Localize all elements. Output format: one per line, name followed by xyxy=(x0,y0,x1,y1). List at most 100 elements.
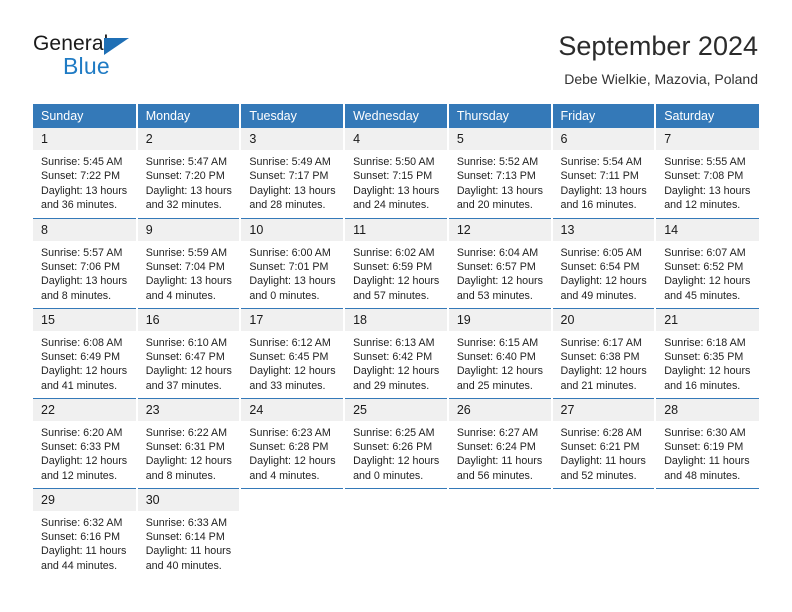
day-number: 5 xyxy=(448,128,551,150)
sunrise-text: Sunrise: 6:22 AM xyxy=(145,426,228,439)
day-number xyxy=(656,488,759,511)
day-number: 11 xyxy=(345,218,447,241)
calendar-day-cell[interactable]: 26 Sunrise: 6:27 AM Sunset: 6:24 PM Dayligh… xyxy=(447,397,553,488)
day-number: 3 xyxy=(241,128,344,150)
daylight-text-line1: Daylight: 13 hours xyxy=(41,184,128,197)
day-number: 1 xyxy=(33,128,136,150)
daylight-text-line1: Daylight: 11 hours xyxy=(560,455,646,468)
daylight-text-line2: and 21 minutes. xyxy=(560,379,637,392)
sunrise-text: Sunrise: 5:45 AM xyxy=(41,156,123,168)
sunrise-text: Sunrise: 6:10 AM xyxy=(145,336,228,349)
calendar-day-cell[interactable]: 15 Sunrise: 6:08 AM Sunset: 6:49 PM Dayligh… xyxy=(33,307,138,398)
calendar-day-cell[interactable]: 22 Sunrise: 6:20 AM Sunset: 6:33 PM Dayligh… xyxy=(33,397,138,488)
calendar-cell-empty xyxy=(240,487,346,578)
daylight-text-line1: Daylight: 13 hours xyxy=(353,184,440,197)
sunset-text: Sunset: 6:57 PM xyxy=(456,260,536,273)
calendar-day-cell[interactable]: 19 Sunrise: 6:15 AM Sunset: 6:40 PM Dayligh… xyxy=(447,307,553,398)
day-details: Sunrise: 6:05 AM Sunset: 6:54 PM Daylight:… xyxy=(553,241,655,304)
sunset-text: Sunset: 6:59 PM xyxy=(353,260,433,273)
logo-text-general: General xyxy=(33,32,109,55)
daylight-text-line1: Daylight: 13 hours xyxy=(41,275,128,288)
calendar-day-cell[interactable]: 2 Sunrise: 5:47 AM Sunset: 7:20 PM Daylight… xyxy=(136,128,242,218)
daylight-text-line2: and 4 minutes. xyxy=(249,469,320,482)
calendar-day-cell[interactable]: 7 Sunrise: 5:55 AM Sunset: 7:08 PM Daylight… xyxy=(655,128,759,218)
daylight-text-line1: Daylight: 12 hours xyxy=(664,365,751,378)
calendar-day-cell[interactable]: 1 Sunrise: 5:45 AM Sunset: 7:22 PM Daylight… xyxy=(33,128,138,218)
sunrise-text: Sunrise: 5:57 AM xyxy=(41,246,123,259)
calendar-day-cell[interactable]: 9 Sunrise: 5:59 AM Sunset: 7:04 PM Daylight… xyxy=(136,217,242,308)
calendar-day-cell[interactable]: 8 Sunrise: 5:57 AM Sunset: 7:06 PM Daylight… xyxy=(33,217,138,308)
daylight-text-line2: and 8 minutes. xyxy=(41,289,112,302)
calendar-day-cell[interactable]: 27 Sunrise: 6:28 AM Sunset: 6:21 PM Dayligh… xyxy=(551,397,657,488)
day-number: 26 xyxy=(448,398,551,421)
daylight-text-line1: Daylight: 12 hours xyxy=(664,275,751,288)
calendar-day-cell[interactable]: 5 Sunrise: 5:52 AM Sunset: 7:13 PM Daylight… xyxy=(447,128,553,218)
calendar-day-cell[interactable]: 24 Sunrise: 6:23 AM Sunset: 6:28 PM Dayligh… xyxy=(240,397,346,488)
calendar-body: 1 Sunrise: 5:45 AM Sunset: 7:22 PM Daylight… xyxy=(33,128,759,578)
calendar-day-cell[interactable]: 21 Sunrise: 6:18 AM Sunset: 6:35 PM Dayligh… xyxy=(655,307,759,398)
daylight-text-line2: and 33 minutes. xyxy=(249,379,326,392)
daylight-text-line2: and 49 minutes. xyxy=(560,289,637,302)
sunrise-text: Sunrise: 6:27 AM xyxy=(456,426,539,439)
sunset-text: Sunset: 7:04 PM xyxy=(145,260,225,273)
daylight-text-line2: and 8 minutes. xyxy=(145,469,216,482)
day-details: Sunrise: 6:13 AM Sunset: 6:42 PM Daylight:… xyxy=(345,331,447,394)
calendar-day-cell[interactable]: 6 Sunrise: 5:54 AM Sunset: 7:11 PM Daylight… xyxy=(551,128,657,218)
sunrise-text: Sunrise: 6:20 AM xyxy=(41,426,123,439)
day-details: Sunrise: 6:18 AM Sunset: 6:35 PM Daylight:… xyxy=(656,331,759,394)
daylight-text-line2: and 0 minutes. xyxy=(353,469,424,482)
page-header: General Blue September 2024 Debe Wielkie… xyxy=(0,0,792,87)
calendar-day-cell[interactable]: 10 Sunrise: 6:00 AM Sunset: 7:01 PM Dayligh… xyxy=(240,217,346,308)
calendar-day-cell[interactable]: 16 Sunrise: 6:10 AM Sunset: 6:47 PM Dayligh… xyxy=(136,307,242,398)
calendar-day-cell[interactable]: 18 Sunrise: 6:13 AM Sunset: 6:42 PM Dayligh… xyxy=(344,307,449,398)
calendar-day-cell[interactable]: 3 Sunrise: 5:49 AM Sunset: 7:17 PM Daylight… xyxy=(240,128,346,218)
general-blue-logo[interactable]: General Blue xyxy=(33,33,173,79)
calendar-day-cell[interactable]: 13 Sunrise: 6:05 AM Sunset: 6:54 PM Dayligh… xyxy=(551,217,657,308)
sunrise-text: Sunrise: 6:17 AM xyxy=(560,336,642,349)
day-number: 23 xyxy=(137,398,240,421)
calendar-day-cell[interactable]: 17 Sunrise: 6:12 AM Sunset: 6:45 PM Dayligh… xyxy=(240,307,346,398)
day-number: 4 xyxy=(345,128,447,150)
sunset-text: Sunset: 6:35 PM xyxy=(664,350,744,363)
day-number: 7 xyxy=(656,128,759,150)
day-details: Sunrise: 5:49 AM Sunset: 7:17 PM Daylight:… xyxy=(241,150,343,213)
sunrise-text: Sunrise: 6:18 AM xyxy=(664,336,746,349)
day-details: Sunrise: 5:59 AM Sunset: 7:04 PM Daylight:… xyxy=(138,241,240,304)
sunrise-sunset-calendar: Sunday Monday Tuesday Wednesday Thursday… xyxy=(33,104,759,578)
daylight-text-line1: Daylight: 12 hours xyxy=(353,455,440,468)
daylight-text-line1: Daylight: 12 hours xyxy=(41,365,128,378)
day-number: 20 xyxy=(552,308,655,331)
daylight-text-line1: Daylight: 12 hours xyxy=(145,365,232,378)
calendar-day-cell[interactable]: 28 Sunrise: 6:30 AM Sunset: 6:19 PM Dayligh… xyxy=(655,397,759,488)
day-number: 6 xyxy=(552,128,655,150)
calendar-day-cell[interactable]: 29 Sunrise: 6:32 AM Sunset: 6:16 PM Dayligh… xyxy=(33,487,138,578)
sunset-text: Sunset: 7:13 PM xyxy=(456,170,536,183)
calendar-week-row: 15 Sunrise: 6:08 AM Sunset: 6:49 PM Dayligh… xyxy=(33,307,759,398)
sunrise-text: Sunrise: 5:55 AM xyxy=(664,156,746,168)
day-details: Sunrise: 6:20 AM Sunset: 6:33 PM Daylight:… xyxy=(33,421,136,484)
calendar-day-cell[interactable]: 14 Sunrise: 6:07 AM Sunset: 6:52 PM Dayligh… xyxy=(655,217,759,308)
day-details: Sunrise: 6:30 AM Sunset: 6:19 PM Daylight:… xyxy=(656,421,759,484)
calendar-day-cell[interactable]: 12 Sunrise: 6:04 AM Sunset: 6:57 PM Dayligh… xyxy=(447,217,553,308)
calendar-day-cell[interactable]: 25 Sunrise: 6:25 AM Sunset: 6:26 PM Dayligh… xyxy=(344,397,449,488)
daylight-text-line2: and 44 minutes. xyxy=(41,559,118,572)
day-number: 16 xyxy=(137,308,240,331)
calendar-day-cell[interactable]: 23 Sunrise: 6:22 AM Sunset: 6:31 PM Dayligh… xyxy=(136,397,242,488)
calendar-day-cell[interactable]: 4 Sunrise: 5:50 AM Sunset: 7:15 PM Daylight… xyxy=(344,128,449,218)
calendar-day-cell[interactable]: 30 Sunrise: 6:33 AM Sunset: 6:14 PM Dayligh… xyxy=(136,487,242,578)
day-number: 27 xyxy=(552,398,655,421)
day-details: Sunrise: 6:25 AM Sunset: 6:26 PM Daylight:… xyxy=(345,421,447,484)
sunset-text: Sunset: 7:08 PM xyxy=(664,170,744,183)
daylight-text-line2: and 24 minutes. xyxy=(353,199,430,212)
sunrise-text: Sunrise: 5:50 AM xyxy=(353,156,435,168)
calendar-day-cell[interactable]: 11 Sunrise: 6:02 AM Sunset: 6:59 PM Dayligh… xyxy=(344,217,449,308)
daylight-text-line2: and 12 minutes. xyxy=(664,199,741,212)
weekday-header-thursday: Thursday xyxy=(447,104,553,128)
daylight-text-line1: Daylight: 13 hours xyxy=(145,184,232,197)
weekday-header-monday: Monday xyxy=(136,104,242,128)
day-number: 2 xyxy=(137,128,240,150)
calendar-day-cell[interactable]: 20 Sunrise: 6:17 AM Sunset: 6:38 PM Dayligh… xyxy=(551,307,657,398)
sunset-text: Sunset: 7:17 PM xyxy=(249,170,329,183)
day-details: Sunrise: 6:17 AM Sunset: 6:38 PM Daylight:… xyxy=(553,331,655,394)
sunset-text: Sunset: 6:31 PM xyxy=(145,440,225,453)
